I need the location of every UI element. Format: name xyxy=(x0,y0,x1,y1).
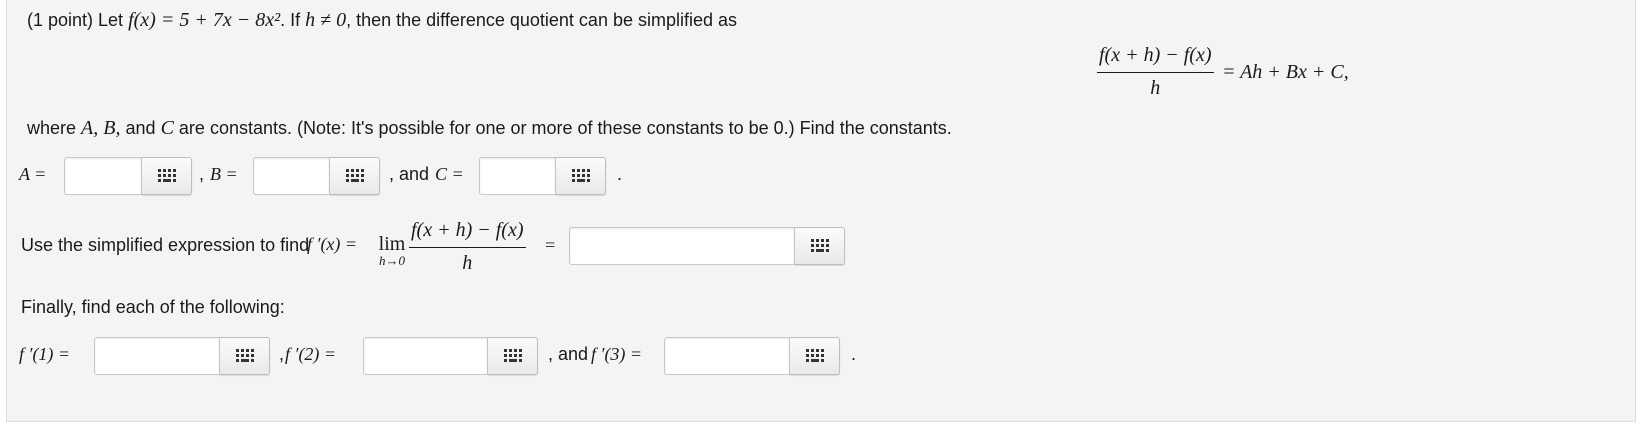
b-keypad-button[interactable] xyxy=(330,157,380,195)
problem-intro: (1 point) Let f(x) = 5 + 7x − 8x². If h … xyxy=(27,9,737,31)
c-label: C = xyxy=(435,164,464,184)
condition: h ≠ 0 xyxy=(305,9,347,31)
dq-numerator: f(x + h) − f(x) xyxy=(1097,44,1214,73)
a-input[interactable] xyxy=(64,157,142,195)
dq-fraction: f(x + h) − f(x) h xyxy=(1097,44,1214,100)
f2-keypad-button[interactable] xyxy=(488,337,538,375)
function-definition: f(x) = 5 + 7x − 8x² xyxy=(128,9,281,31)
c-input[interactable] xyxy=(479,157,556,195)
f1-label: f ′(1) = xyxy=(19,344,71,364)
lim-text: lim xyxy=(378,233,406,255)
c-keypad-button[interactable] xyxy=(556,157,606,195)
where-line: where A, B, and C are constants. (Note: … xyxy=(27,117,952,139)
difference-quotient-display: f(x + h) − f(x) h = Ah + Bx + C, xyxy=(1097,44,1349,100)
finally-text: Finally, find each of the following: xyxy=(21,297,285,317)
f1-input[interactable] xyxy=(94,337,220,375)
keypad-grid-icon xyxy=(157,169,176,183)
b-label: B = xyxy=(210,164,238,184)
f2-separator: , xyxy=(279,344,285,364)
b-input[interactable] xyxy=(253,157,330,195)
f2-input[interactable] xyxy=(363,337,488,375)
derivative-prefix: Use the simplified expression to find xyxy=(21,235,310,255)
lim-subscript: h→0 xyxy=(379,253,405,268)
f3-separator: , and xyxy=(548,344,589,364)
intro-suffix: , then the difference quotient can be si… xyxy=(346,10,738,30)
where-and: and xyxy=(125,118,156,138)
f3-keypad-button[interactable] xyxy=(790,337,840,375)
f1-answer-group xyxy=(94,337,270,375)
dq-denominator: h xyxy=(1150,77,1161,99)
a-label: A = xyxy=(19,164,47,184)
limit-fraction: f(x + h) − f(x) h xyxy=(409,219,526,275)
a-keypad-button[interactable] xyxy=(142,157,192,195)
keypad-grid-icon xyxy=(810,239,829,253)
b-answer-group xyxy=(253,157,380,195)
a-answer-group xyxy=(64,157,192,195)
derivative-answer-group xyxy=(569,227,845,265)
f2-label: f ′(2) = xyxy=(285,344,337,364)
f2-answer-group xyxy=(363,337,538,375)
intro-mid: . If xyxy=(280,10,301,30)
c-answer-group xyxy=(479,157,606,195)
f3-input[interactable] xyxy=(664,337,790,375)
keypad-grid-icon xyxy=(503,349,522,363)
intro-prefix: (1 point) Let xyxy=(27,10,124,30)
fprime-label: f ′(x) = xyxy=(307,234,358,254)
derivative-equals: = xyxy=(545,235,556,255)
constants-period: . xyxy=(617,164,623,184)
where-constants: A, B, xyxy=(81,117,121,139)
keypad-grid-icon xyxy=(805,349,824,363)
keypad-grid-icon xyxy=(235,349,254,363)
final-period: . xyxy=(851,344,857,364)
limit-operator: lim h→0 xyxy=(375,234,409,268)
f1-keypad-button[interactable] xyxy=(220,337,270,375)
f3-label: f ′(3) = xyxy=(591,344,643,364)
keypad-grid-icon xyxy=(571,169,590,183)
limit-numerator: f(x + h) − f(x) xyxy=(409,219,526,248)
f3-answer-group xyxy=(664,337,840,375)
derivative-input[interactable] xyxy=(569,227,795,265)
derivative-keypad-button[interactable] xyxy=(795,227,845,265)
where-c: C xyxy=(160,117,174,139)
where-prefix: where xyxy=(27,118,77,138)
problem-panel: (1 point) Let f(x) = 5 + 7x − 8x². If h … xyxy=(6,0,1636,422)
where-suffix: are constants. (Note: It's possible for … xyxy=(178,118,952,138)
keypad-grid-icon xyxy=(345,169,364,183)
dq-rhs: = Ah + Bx + C, xyxy=(1221,60,1349,83)
c-separator: , and xyxy=(389,164,430,184)
b-separator: , xyxy=(199,164,205,184)
limit-denominator: h xyxy=(462,252,473,274)
